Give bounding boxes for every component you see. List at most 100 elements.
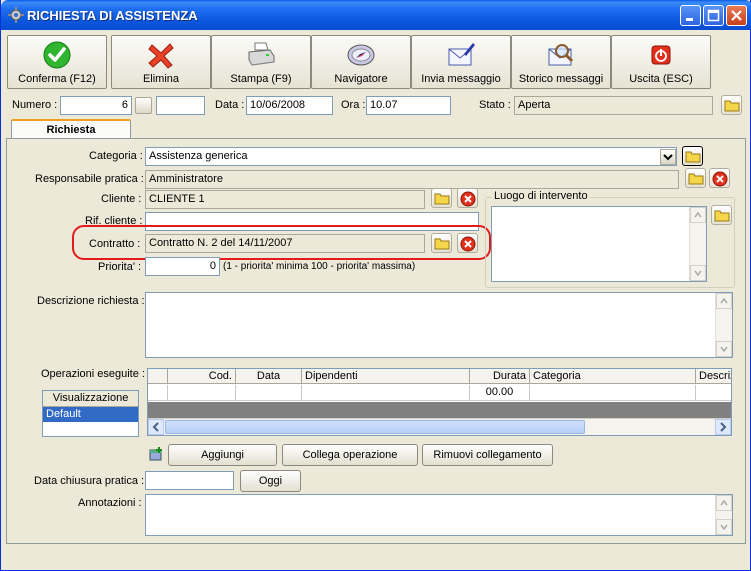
grid-cell [168,385,236,401]
app-gear-icon [8,7,24,23]
exit-icon [651,45,671,65]
data-label: Data : [215,99,245,111]
window-title: RICHIESTA DI ASSISTENZA [27,8,198,23]
annotazioni-textarea[interactable] [145,494,733,536]
categoria-select[interactable]: Assistenza generica [145,147,677,166]
responsabile-browse-button[interactable] [685,168,706,188]
luogo-intervento-legend: Luogo di intervento [492,190,590,202]
numero-label: Numero : [12,99,58,111]
scroll-down-icon[interactable] [716,341,732,357]
stato-label: Stato : [479,99,511,111]
title-bar[interactable]: RICHIESTA DI ASSISTENZA [1,0,751,30]
responsabile-clear-button[interactable] [709,168,730,188]
maximize-button[interactable] [703,5,724,26]
elimina-label: Elimina [142,73,180,85]
grid-cell [530,385,696,401]
grid-col-select[interactable] [148,369,168,384]
data-chiusura-label: Data chiusura pratica : [34,475,145,487]
folder-icon [714,210,730,222]
scroll-left-icon[interactable] [148,419,164,435]
annotazioni-label: Annotazioni : [78,497,142,509]
data-field[interactable]: 10/06/2008 [246,96,333,115]
scroll-up-icon[interactable] [690,207,706,223]
minimize-icon [686,18,693,21]
compass-icon [347,44,375,66]
clear-icon [460,191,476,207]
scroll-up-icon[interactable] [716,293,732,309]
stampa-button[interactable]: Stampa (F9) [211,35,311,89]
stato-browse-button[interactable] [721,95,742,115]
invia-messaggio-label: Invia messaggio [421,73,501,85]
storico-messaggi-button[interactable]: Storico messaggi [511,35,611,89]
scroll-down-icon[interactable] [690,265,706,281]
ora-field[interactable]: 10.07 [366,96,451,115]
priorita-label: Priorita' : [98,261,142,273]
numero-extra-button[interactable] [135,97,152,114]
grid-horizontal-scrollbar[interactable] [148,418,731,435]
operazioni-grid[interactable]: Cod. Data Dipendenti Durata Categoria De… [147,368,732,436]
categoria-label: Categoria : [89,150,143,162]
luogo-scrollbar[interactable] [689,207,706,281]
responsabile-field: Amministratore [145,170,679,189]
visualizzazione-item-default[interactable]: Default [43,407,138,422]
oggi-button[interactable]: Oggi [240,470,301,492]
maximize-icon [707,9,720,22]
collega-operazione-button[interactable]: Collega operazione [282,444,418,466]
numero-field[interactable]: 6 [60,96,132,115]
envelope-search-icon [548,44,574,66]
table-row[interactable]: 00.00 [148,385,731,401]
cliente-browse-button[interactable] [431,188,452,208]
main-window: RICHIESTA DI ASSISTENZA Conferma (F12) E… [0,0,751,571]
add-operation-icon [149,447,162,461]
luogo-intervento-textarea[interactable] [491,206,707,282]
delete-x-icon [148,43,174,69]
conferma-button[interactable]: Conferma (F12) [7,35,107,89]
conferma-label: Conferma (F12) [18,73,96,85]
visualizzazione-header: Visualizzazione [43,391,138,407]
operazioni-label: Operazioni eseguite : [41,368,145,380]
grid-cell [696,385,731,401]
grid-col-data[interactable]: Data [236,369,302,384]
cliente-field: CLIENTE 1 [145,190,425,209]
scroll-down-icon[interactable] [716,519,732,535]
numero-suffix-field[interactable] [156,96,205,115]
grid-col-dipendenti[interactable]: Dipendenti [302,369,470,384]
annotazioni-scrollbar[interactable] [715,495,732,535]
scroll-up-icon[interactable] [716,495,732,511]
descrizione-textarea[interactable] [145,292,733,358]
grid-col-cod[interactable]: Cod. [168,369,236,384]
storico-messaggi-label: Storico messaggi [518,73,604,85]
grid-col-durata[interactable]: Durata [470,369,530,384]
categoria-dropdown-arrow[interactable] [660,149,676,165]
minimize-button[interactable] [680,5,701,26]
luogo-browse-button[interactable] [711,205,732,225]
elimina-button[interactable]: Elimina [111,35,211,89]
close-button[interactable] [726,5,747,26]
grid-col-descrizione[interactable]: Descriz [696,369,731,384]
ora-label: Ora : [341,99,366,111]
descrizione-scrollbar[interactable] [715,293,732,357]
navigatore-label: Navigatore [334,73,388,85]
navigatore-button[interactable]: Navigatore [311,35,411,89]
responsabile-label: Responsabile pratica : [35,173,144,185]
contratto-highlight-annotation [72,225,491,260]
cliente-clear-button[interactable] [457,188,478,208]
clear-icon [712,171,728,187]
rimuovi-collegamento-button[interactable]: Rimuovi collegamento [422,444,553,466]
categoria-browse-button[interactable] [682,146,703,166]
priorita-field[interactable]: 0 [145,257,220,276]
grid-header: Cod. Data Dipendenti Durata Categoria De… [148,369,731,384]
scroll-thumb[interactable] [165,420,585,434]
uscita-button[interactable]: Uscita (ESC) [611,35,711,89]
envelope-pen-icon [448,43,475,66]
grid-cell-durata: 00.00 [470,385,530,401]
grid-col-categoria[interactable]: Categoria [530,369,696,384]
checkmark-icon [43,41,71,69]
grid-cell [236,385,302,401]
data-chiusura-field[interactable] [145,471,234,490]
tab-richiesta[interactable]: Richiesta [11,119,131,139]
scroll-right-icon[interactable] [715,419,731,435]
invia-messaggio-button[interactable]: Invia messaggio [411,35,511,89]
aggiungi-button[interactable]: Aggiungi [168,444,277,466]
visualizzazione-listbox[interactable]: Visualizzazione Default [42,390,139,437]
